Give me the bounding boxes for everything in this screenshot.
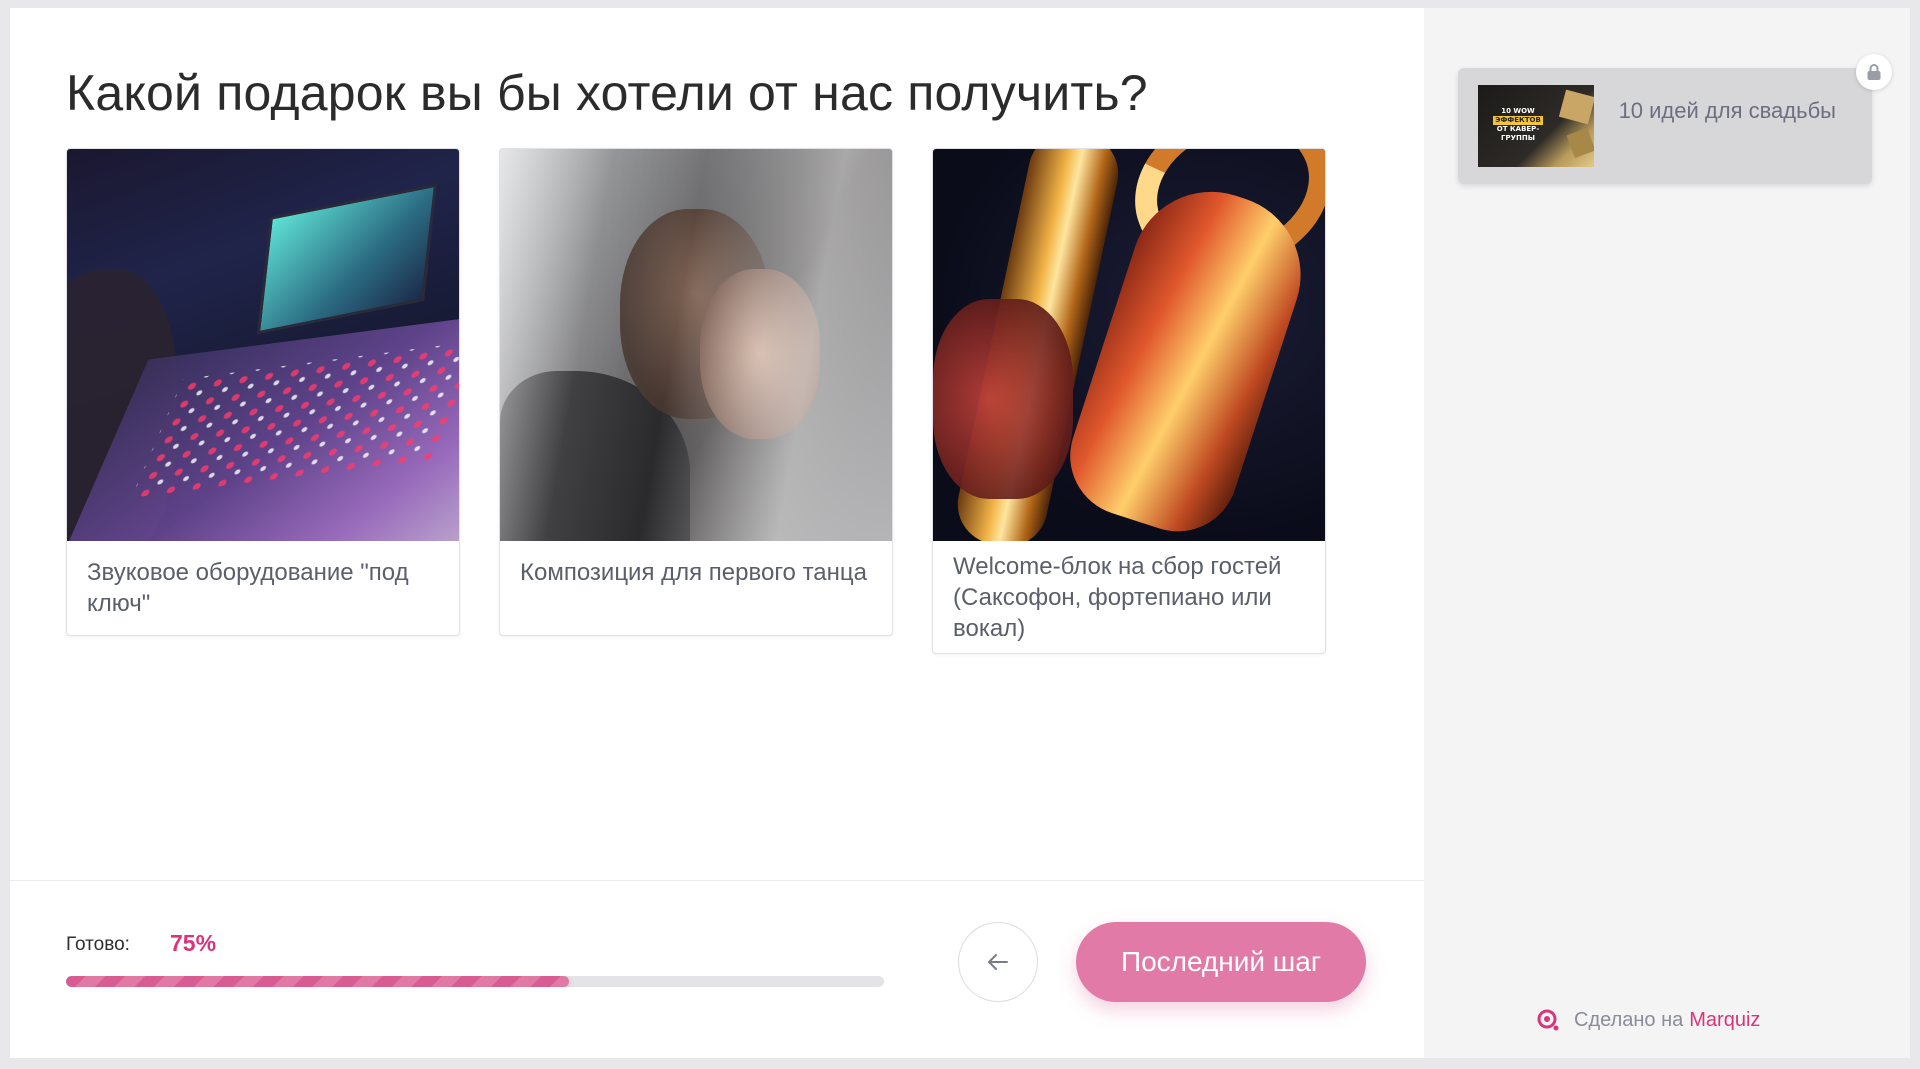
gift-box-icon [1566,127,1594,159]
footer-divider [10,880,1424,881]
brand-name: Marquiz [1689,1008,1761,1031]
question-title: Какой подарок вы бы хотели от нас получи… [66,65,1148,121]
progress-percent: 75% [170,930,217,956]
bonus-card[interactable]: 10 WOW ЭФФЕКТОВ ОТ КАВЕР-ГРУППЫ 10 идей … [1458,68,1872,184]
option-card-welcome-block[interactable]: Welcome-блок на сбор гостей (Саксофон, ф… [932,148,1326,654]
progress-label: Готово: [66,934,130,955]
progress-bar [66,976,884,987]
marquiz-logo-icon [1536,1008,1560,1032]
quiz-main-panel: Какой подарок вы бы хотели от нас получи… [10,8,1424,1058]
mixing-console-image [67,149,459,541]
option-card-sound-equipment[interactable]: Звуковое оборудование "под ключ" [66,148,460,636]
option-label: Звуковое оборудование "под ключ" [87,559,409,617]
bonus-title: 10 идей для свадьбы [1618,98,1836,123]
made-with-marquiz[interactable]: Сделано на Marquiz [1536,1008,1760,1032]
saxophone-image [933,149,1325,541]
option-label: Композиция для первого танца [520,559,867,586]
quiz-frame: Какой подарок вы бы хотели от нас получи… [10,8,1910,1058]
option-label: Welcome-блок на сбор гостей (Саксофон, ф… [953,553,1282,642]
bonus-thumb-text: 10 WOW [1501,107,1535,115]
brand-prefix: Сделано на [1574,1008,1684,1031]
bonus-thumb-text: ЭФФЕКТОВ [1493,116,1543,125]
bonus-sidebar: 10 WOW ЭФФЕКТОВ ОТ КАВЕР-ГРУППЫ 10 идей … [1424,8,1910,1058]
bonus-thumb-text: ОТ КАВЕР-ГРУППЫ [1496,125,1540,142]
option-card-first-dance[interactable]: Композиция для первого танца [499,148,893,636]
wedding-couple-image [500,149,892,541]
arrow-left-icon [988,954,1008,970]
next-step-button[interactable]: Последний шаг [1076,922,1366,1002]
bonus-thumbnail: 10 WOW ЭФФЕКТОВ ОТ КАВЕР-ГРУППЫ [1478,85,1594,167]
answer-options: Звуковое оборудование "под ключ" Компози… [66,148,1366,668]
back-button[interactable] [958,922,1038,1002]
gift-box-icon [1558,89,1594,125]
lock-icon [1856,54,1892,90]
progress-bar-fill [66,976,570,987]
